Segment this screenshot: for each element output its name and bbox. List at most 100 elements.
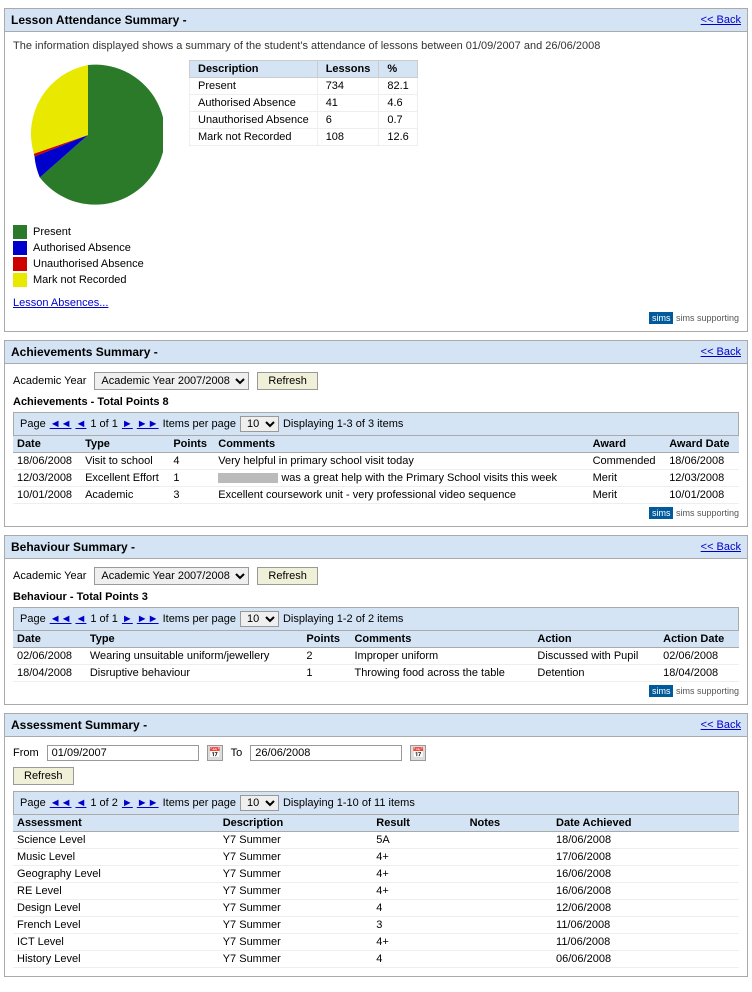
attendance-content: Present Authorised Absence Unauthorised … — [13, 60, 739, 289]
ach-col-date: Date — [13, 436, 81, 453]
next-page-nav[interactable]: ► — [122, 613, 133, 625]
last-page-nav[interactable]: ►► — [137, 418, 159, 430]
prev-page-nav[interactable]: ◄ — [75, 418, 86, 430]
table-row: ICT Level Y7 Summer 4+ 11/06/2008 — [13, 934, 739, 951]
col-lessons: Lessons — [317, 61, 379, 78]
achievements-body: Academic Year Academic Year 2007/2008 Re… — [5, 364, 747, 526]
page-label: Page — [20, 797, 46, 809]
beh-col-action-date: Action Date — [659, 631, 739, 648]
items-per-page-label: Items per page — [163, 418, 236, 430]
assessment-items-per-page[interactable]: 10 — [240, 795, 279, 811]
page-info: 1 of 1 — [90, 418, 118, 430]
assessment-table: Assessment Description Result Notes Date… — [13, 815, 739, 968]
behaviour-display-info: Displaying 1-2 of 2 items — [283, 613, 403, 625]
ass-col-date: Date Achieved — [552, 815, 739, 832]
behaviour-filter-row: Academic Year Academic Year 2007/2008 Re… — [13, 567, 739, 585]
attendance-legend: Present Authorised Absence Unauthorised … — [13, 225, 173, 287]
legend-color-authorised — [13, 241, 27, 255]
ach-col-comments: Comments — [214, 436, 588, 453]
table-row: Music Level Y7 Summer 4+ 17/06/2008 — [13, 849, 739, 866]
behaviour-header: Behaviour Summary - << Back — [5, 536, 747, 559]
beh-col-comments: Comments — [350, 631, 533, 648]
assessment-body: From 📅 To 📅 Refresh Page ◄◄ ◄ 1 of 2 ► ►… — [5, 737, 747, 976]
ass-col-description: Description — [219, 815, 373, 832]
table-row: French Level Y7 Summer 3 11/06/2008 — [13, 917, 739, 934]
table-row: RE Level Y7 Summer 4+ 16/06/2008 — [13, 883, 739, 900]
beh-col-action: Action — [533, 631, 659, 648]
table-row: 12/03/2008 Excellent Effort 1 was a grea… — [13, 470, 739, 487]
page-label: Page — [20, 418, 46, 430]
achievements-filter-label: Academic Year — [13, 375, 86, 387]
behaviour-filter-label: Academic Year — [13, 570, 86, 582]
col-description: Description — [190, 61, 318, 78]
achievements-header: Achievements Summary - << Back — [5, 341, 747, 364]
legend-unauthorised: Unauthorised Absence — [13, 257, 173, 271]
col-percent: % — [379, 61, 417, 78]
page-info: 1 of 2 — [90, 797, 118, 809]
page-info: 1 of 1 — [90, 613, 118, 625]
behaviour-body: Academic Year Academic Year 2007/2008 Re… — [5, 559, 747, 704]
behaviour-summary-title: Behaviour - Total Points 3 — [13, 591, 739, 603]
behaviour-section: Behaviour Summary - << Back Academic Yea… — [4, 535, 748, 705]
assessment-back[interactable]: << Back — [701, 719, 741, 731]
first-page-nav[interactable]: ◄◄ — [50, 797, 72, 809]
ach-col-award-date: Award Date — [665, 436, 739, 453]
assessment-to-input[interactable] — [250, 745, 402, 761]
lesson-attendance-header: Lesson Attendance Summary - << Back — [5, 9, 747, 32]
next-page-nav[interactable]: ► — [122, 797, 133, 809]
behaviour-back[interactable]: << Back — [701, 541, 741, 553]
ach-col-points: Points — [169, 436, 214, 453]
pie-area: Present Authorised Absence Unauthorised … — [13, 60, 173, 289]
table-row: 10/01/2008 Academic 3 Excellent coursewo… — [13, 487, 739, 504]
items-per-page-label: Items per page — [163, 797, 236, 809]
assessment-section: Assessment Summary - << Back From 📅 To 📅… — [4, 713, 748, 977]
achievements-section: Achievements Summary - << Back Academic … — [4, 340, 748, 527]
assessment-title-area: Assessment Summary - — [11, 718, 147, 732]
assessment-display-info: Displaying 1-10 of 11 items — [283, 797, 415, 809]
items-per-page-label: Items per page — [163, 613, 236, 625]
prev-page-nav[interactable]: ◄ — [75, 797, 86, 809]
to-calendar-icon[interactable]: 📅 — [410, 745, 426, 761]
achievements-refresh-button[interactable]: Refresh — [257, 372, 318, 390]
legend-color-unauthorised — [13, 257, 27, 271]
behaviour-refresh-button[interactable]: Refresh — [257, 567, 318, 585]
achievements-items-per-page[interactable]: 10 — [240, 416, 279, 432]
table-row: Present 734 82.1 — [190, 78, 418, 95]
sims-logo-behaviour: sims sims supporting — [13, 686, 739, 696]
from-calendar-icon[interactable]: 📅 — [207, 745, 223, 761]
attendance-info-text: The information displayed shows a summar… — [13, 40, 739, 52]
achievements-back[interactable]: << Back — [701, 346, 741, 358]
to-label: To — [231, 747, 243, 759]
attendance-pie-chart — [13, 60, 163, 210]
attendance-table-area: Description Lessons % Present 734 82.1 A… — [189, 60, 418, 146]
first-page-nav[interactable]: ◄◄ — [50, 418, 72, 430]
behaviour-table: Date Type Points Comments Action Action … — [13, 631, 739, 682]
first-page-nav[interactable]: ◄◄ — [50, 613, 72, 625]
achievements-filter-row: Academic Year Academic Year 2007/2008 Re… — [13, 372, 739, 390]
legend-mark-not-recorded: Mark not Recorded — [13, 273, 173, 287]
lesson-attendance-body: The information displayed shows a summar… — [5, 32, 747, 331]
last-page-nav[interactable]: ►► — [137, 797, 159, 809]
table-row: 02/06/2008 Wearing unsuitable uniform/je… — [13, 648, 739, 665]
table-row: Authorised Absence 41 4.6 — [190, 95, 418, 112]
table-row: 18/06/2008 Visit to school 4 Very helpfu… — [13, 453, 739, 470]
table-row: Science Level Y7 Summer 5A 18/06/2008 — [13, 832, 739, 849]
achievements-year-select[interactable]: Academic Year 2007/2008 — [94, 372, 249, 390]
next-page-nav[interactable]: ► — [122, 418, 133, 430]
behaviour-title-area: Behaviour Summary - — [11, 540, 135, 554]
last-page-nav[interactable]: ►► — [137, 613, 159, 625]
table-row: Geography Level Y7 Summer 4+ 16/06/2008 — [13, 866, 739, 883]
redacted-name — [218, 473, 278, 483]
lesson-absences-link[interactable]: Lesson Absences... — [13, 297, 739, 309]
beh-col-points: Points — [302, 631, 350, 648]
achievements-display-info: Displaying 1-3 of 3 items — [283, 418, 403, 430]
prev-page-nav[interactable]: ◄ — [75, 613, 86, 625]
lesson-attendance-back[interactable]: << Back — [701, 14, 741, 26]
behaviour-items-per-page[interactable]: 10 — [240, 611, 279, 627]
behaviour-year-select[interactable]: Academic Year 2007/2008 — [94, 567, 249, 585]
sims-logo-achievements: sims sims supporting — [13, 508, 739, 518]
assessment-refresh-button[interactable]: Refresh — [13, 767, 74, 785]
beh-col-date: Date — [13, 631, 86, 648]
assessment-from-input[interactable] — [47, 745, 199, 761]
assessment-date-row: From 📅 To 📅 — [13, 745, 739, 761]
